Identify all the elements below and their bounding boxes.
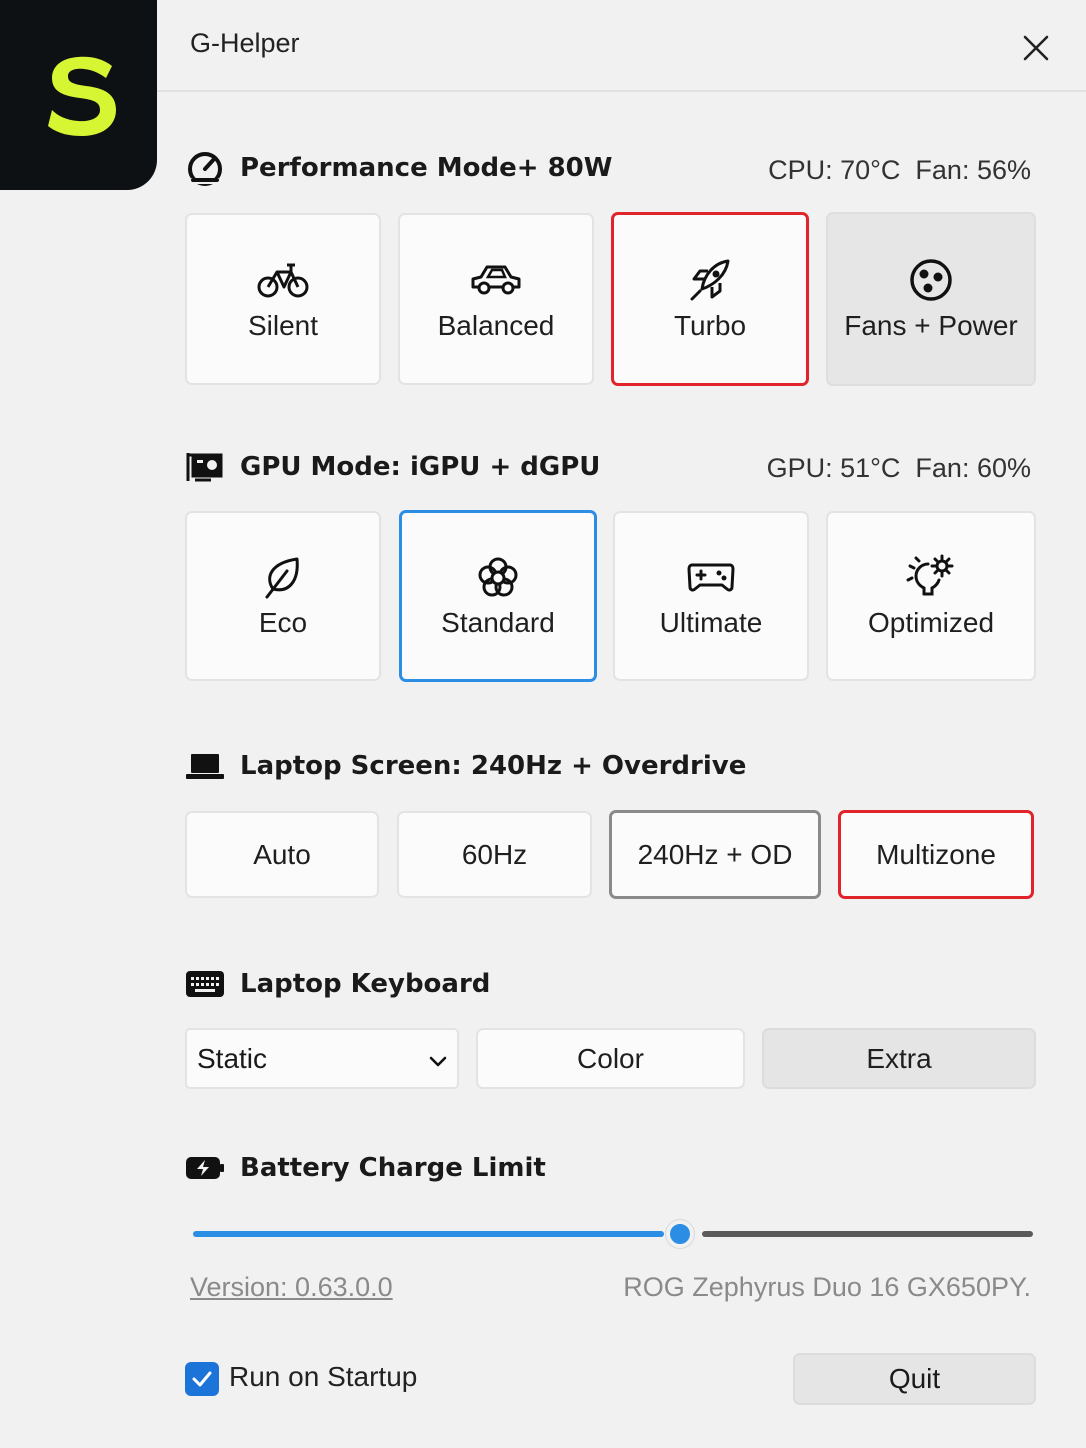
close-icon: [1023, 35, 1049, 61]
slider-track-fill: [193, 1231, 665, 1237]
keyboard-mode-value: Static: [197, 1042, 268, 1074]
battery-limit-slider[interactable]: [193, 1212, 1033, 1256]
quit-button[interactable]: Quit: [793, 1353, 1036, 1405]
mode-balanced-label: Balanced: [437, 310, 555, 341]
screen-header: Laptop Screen: 240Hz + Overdrive: [185, 746, 746, 786]
model-name: ROG Zephyrus Duo 16 GX650PY.: [623, 1272, 1031, 1302]
mode-fans-power-label: Fans + Power: [844, 310, 1018, 341]
logo-s-icon: [48, 56, 116, 136]
battery-header: Battery Charge Limit: [185, 1148, 546, 1188]
screen-60hz-button[interactable]: 60Hz: [397, 811, 592, 898]
mode-turbo-label: Turbo: [673, 310, 747, 341]
speedometer-icon: [185, 148, 225, 188]
mode-silent-button[interactable]: Silent: [185, 213, 381, 385]
app-title: G-Helper: [190, 28, 300, 58]
slider-thumb[interactable]: [666, 1220, 695, 1248]
screen-multizone-button[interactable]: Multizone: [838, 810, 1034, 899]
run-on-startup-label: Run on Startup: [229, 1361, 418, 1392]
screen-auto-button[interactable]: Auto: [185, 811, 379, 898]
gpu-heading: GPU Mode: iGPU + dGPU: [240, 452, 601, 482]
gpu-optimized-label: Optimized: [867, 607, 995, 638]
close-button[interactable]: [1018, 30, 1054, 66]
keyboard-header: Laptop Keyboard: [185, 964, 490, 1004]
gpu-eco-label: Eco: [258, 607, 308, 638]
gpu-stats: GPU: 51°C Fan: 60%: [766, 452, 1031, 483]
fan-icon: [908, 256, 954, 304]
gpu-standard-label: Standard: [441, 607, 555, 638]
keyboard-color-button[interactable]: Color: [476, 1028, 745, 1089]
mode-fans-power-button[interactable]: Fans + Power: [826, 212, 1036, 386]
checkmark-icon: [192, 1371, 212, 1387]
title-divider: [157, 90, 1086, 92]
laptop-icon: [185, 746, 225, 786]
battery-heading: Battery Charge Limit: [240, 1153, 546, 1183]
leaf-icon: [263, 553, 303, 601]
gpu-standard-button[interactable]: Standard: [399, 510, 597, 682]
app-logo: [0, 0, 157, 190]
rocket-icon: [686, 256, 734, 304]
bulb-gear-icon: [906, 553, 956, 601]
mode-balanced-button[interactable]: Balanced: [398, 213, 594, 385]
screen-heading: Laptop Screen: 240Hz + Overdrive: [240, 751, 747, 781]
keyboard-heading: Laptop Keyboard: [240, 969, 491, 999]
gpu-ultimate-button[interactable]: Ultimate: [613, 511, 809, 681]
cpu-stats: CPU: 70°C Fan: 56%: [768, 154, 1031, 185]
mode-silent-label: Silent: [247, 310, 319, 341]
gamepad-icon: [686, 553, 736, 601]
flower-icon: [476, 553, 520, 601]
version-link[interactable]: Version: 0.63.0.0: [190, 1272, 393, 1303]
gpu-ultimate-label: Ultimate: [659, 607, 763, 638]
slider-track-rest: [702, 1231, 1033, 1237]
gpu-optimized-button[interactable]: Optimized: [826, 511, 1036, 681]
battery-charging-icon: [185, 1148, 225, 1188]
keyboard-mode-select[interactable]: Static: [185, 1028, 459, 1089]
screen-240hz-od-button[interactable]: 240Hz + OD: [609, 810, 821, 899]
mode-turbo-button[interactable]: Turbo: [611, 212, 809, 386]
performance-header: Performance Mode+ 80W: [185, 148, 612, 188]
gpu-eco-button[interactable]: Eco: [185, 511, 381, 681]
keyboard-icon: [185, 964, 225, 1004]
graphics-card-icon: [185, 447, 225, 487]
run-on-startup-checkbox[interactable]: [185, 1362, 219, 1396]
keyboard-extra-button[interactable]: Extra: [762, 1028, 1036, 1089]
performance-heading: Performance Mode+ 80W: [240, 153, 613, 183]
gpu-header: GPU Mode: iGPU + dGPU: [185, 447, 600, 487]
chevron-down-icon: [429, 1043, 447, 1075]
bicycle-icon: [257, 256, 309, 304]
car-icon: [469, 256, 523, 304]
